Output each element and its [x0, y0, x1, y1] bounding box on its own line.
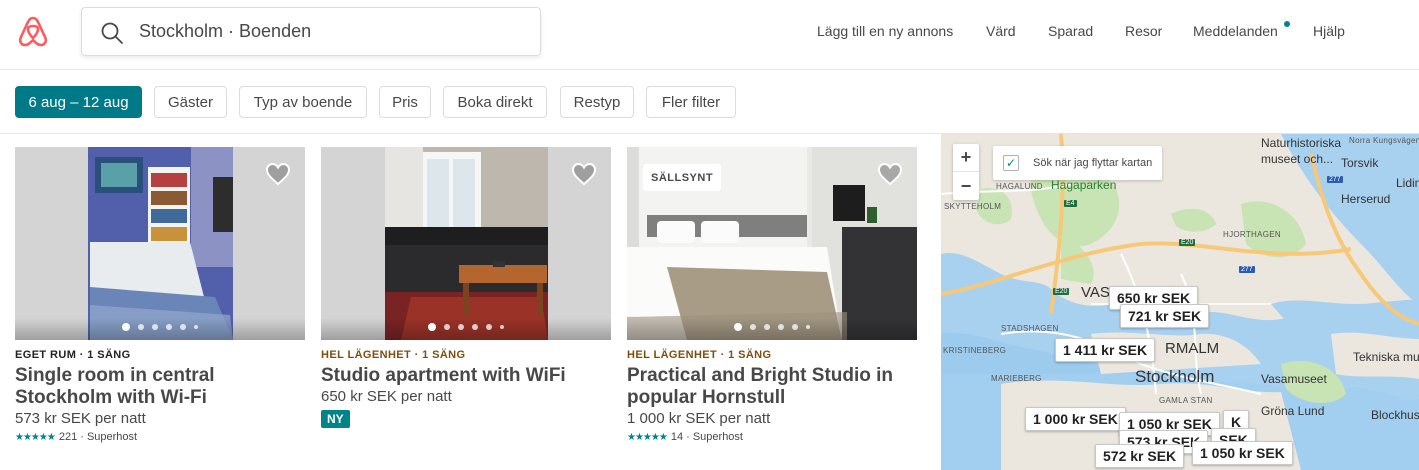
- map-label: STADSHAGEN: [1001, 324, 1059, 333]
- road-sign-e20: E20: [1053, 288, 1070, 295]
- map-label: HJORTHAGEN: [1223, 230, 1281, 239]
- price-pin[interactable]: 721 kr SEK: [1120, 304, 1210, 328]
- trip-type-filter-button[interactable]: Restyp: [560, 86, 634, 118]
- zoom-in-button[interactable]: +: [953, 144, 979, 172]
- listing-rating: ★★★★★ 14 · Superhost: [627, 431, 917, 443]
- map-label: MARIEBERG: [991, 374, 1042, 383]
- more-filters-button[interactable]: Fler filter: [646, 86, 736, 118]
- dates-filter-button[interactable]: 6 aug – 12 aug: [15, 86, 142, 118]
- map-label: GAMLA STAN: [1159, 396, 1213, 405]
- price-pin[interactable]: 572 kr SEK: [1095, 444, 1185, 468]
- map-label: Norra Kungsvägen: [1349, 136, 1419, 145]
- listing-photo[interactable]: [321, 147, 611, 340]
- price-pin[interactable]: 1 411 kr SEK: [1055, 338, 1156, 362]
- listing-title[interactable]: Single room in central Stockholm with Wi…: [15, 365, 305, 409]
- map-label: RMALM: [1165, 340, 1220, 357]
- guests-filter-button[interactable]: Gäster: [154, 86, 227, 118]
- map-label: Tekniska mu: [1353, 350, 1419, 364]
- listing-type: HEL LÄGENHET · 1 SÄNG: [627, 349, 772, 361]
- checkbox-icon[interactable]: ✓: [1003, 155, 1019, 171]
- listing-price: 1 000 kr SEK per natt: [627, 410, 771, 427]
- airbnb-logo-icon[interactable]: [16, 14, 50, 48]
- listing-photo[interactable]: SÄLLSYNT: [627, 147, 917, 340]
- room-type-filter-button[interactable]: Typ av boende: [239, 86, 367, 118]
- instant-book-filter-button[interactable]: Boka direkt: [443, 86, 547, 118]
- search-on-move-toggle[interactable]: ✓ Sök när jag flyttar kartan: [993, 146, 1163, 180]
- photo-carousel-dots[interactable]: [627, 323, 917, 331]
- search-bar[interactable]: Stockholm · Boenden: [81, 7, 541, 56]
- nav-saved[interactable]: Sparad: [1048, 23, 1093, 39]
- filter-bar: 6 aug – 12 aug Gäster Typ av boende Pris…: [0, 70, 1419, 134]
- price-pin[interactable]: 1 000 kr SEK: [1025, 407, 1126, 431]
- listing-title[interactable]: Practical and Bright Studio in popular H…: [627, 365, 917, 409]
- new-listing-badge: NY: [321, 410, 350, 428]
- map-label: HAGALUND: [996, 182, 1043, 191]
- map-label: Gröna Lund: [1261, 404, 1325, 418]
- top-header: Stockholm · Boenden Lägg till en ny anno…: [0, 0, 1419, 70]
- map-label: museet och...: [1261, 152, 1334, 166]
- map-label: Vasamuseet: [1261, 372, 1327, 386]
- listing-title[interactable]: Studio apartment with WiFi: [321, 365, 611, 387]
- listing-photo-image: [321, 147, 611, 340]
- map-label: Stockholm: [1135, 367, 1215, 386]
- search-icon: [101, 22, 123, 44]
- map-label: Herserud: [1341, 192, 1391, 206]
- nav-trips[interactable]: Resor: [1125, 23, 1162, 39]
- listing-card[interactable]: EGET RUM · 1 SÄNG Single room in central…: [15, 147, 305, 443]
- listing-price: 650 kr SEK per natt: [321, 388, 452, 405]
- nav-add-listing[interactable]: Lägg till en ny annons: [817, 23, 953, 39]
- notification-dot: [1284, 21, 1290, 27]
- listing-type: EGET RUM · 1 SÄNG: [15, 349, 131, 361]
- search-on-move-label: Sök när jag flyttar kartan: [1033, 157, 1153, 169]
- heart-icon[interactable]: [571, 162, 597, 186]
- heart-icon[interactable]: [265, 162, 291, 186]
- road-sign-277: 277: [1327, 176, 1343, 183]
- star-rating-icon: ★★★★★: [627, 431, 668, 443]
- review-count: 221 · Superhost: [58, 431, 138, 443]
- price-filter-button[interactable]: Pris: [379, 86, 431, 118]
- photo-carousel-dots[interactable]: [321, 323, 611, 331]
- rare-find-badge: SÄLLSYNT: [643, 164, 722, 191]
- map-label: SKYTTEHOLM: [944, 202, 1002, 211]
- listing-card[interactable]: SÄLLSYNT HEL LÄGENHET · 1 SÄNG Practical…: [627, 147, 917, 443]
- nav-host[interactable]: Värd: [986, 23, 1016, 39]
- map[interactable]: Naturhistoriska museet och... Norra Kung…: [941, 134, 1419, 470]
- nav-messages[interactable]: Meddelanden: [1193, 23, 1278, 39]
- map-label: Torsvik: [1341, 156, 1379, 170]
- listing-type: HEL LÄGENHET · 1 SÄNG: [321, 349, 466, 361]
- map-label: KRISTINEBERG: [943, 346, 1007, 355]
- review-count: 14 · Superhost: [670, 431, 743, 443]
- price-pin[interactable]: 1 050 kr SEK: [1192, 441, 1293, 465]
- nav-help[interactable]: Hjälp: [1313, 23, 1345, 39]
- listing-price: 573 kr SEK per natt: [15, 410, 146, 427]
- listing-card[interactable]: HEL LÄGENHET · 1 SÄNG Studio apartment w…: [321, 147, 611, 428]
- road-sign-277: 277: [1239, 266, 1255, 273]
- zoom-out-button[interactable]: −: [953, 172, 979, 200]
- road-sign-e4: E4: [1064, 200, 1077, 207]
- map-label: Hagaparken: [1051, 178, 1117, 192]
- search-input[interactable]: Stockholm · Boenden: [139, 21, 311, 42]
- listing-photo[interactable]: [15, 147, 305, 340]
- map-label: Naturhistoriska: [1261, 136, 1342, 150]
- zoom-control: + −: [953, 144, 979, 200]
- heart-icon[interactable]: [877, 162, 903, 186]
- map-label: Blockhus: [1371, 408, 1419, 422]
- photo-carousel-dots[interactable]: [15, 323, 305, 331]
- star-rating-icon: ★★★★★: [15, 431, 56, 443]
- listing-rating: ★★★★★ 221 · Superhost: [15, 431, 305, 443]
- road-sign-e20: E20: [1179, 239, 1196, 246]
- map-label: Lidin: [1396, 176, 1419, 190]
- listing-photo-image: [15, 147, 305, 340]
- map-label: VAS: [1081, 284, 1110, 301]
